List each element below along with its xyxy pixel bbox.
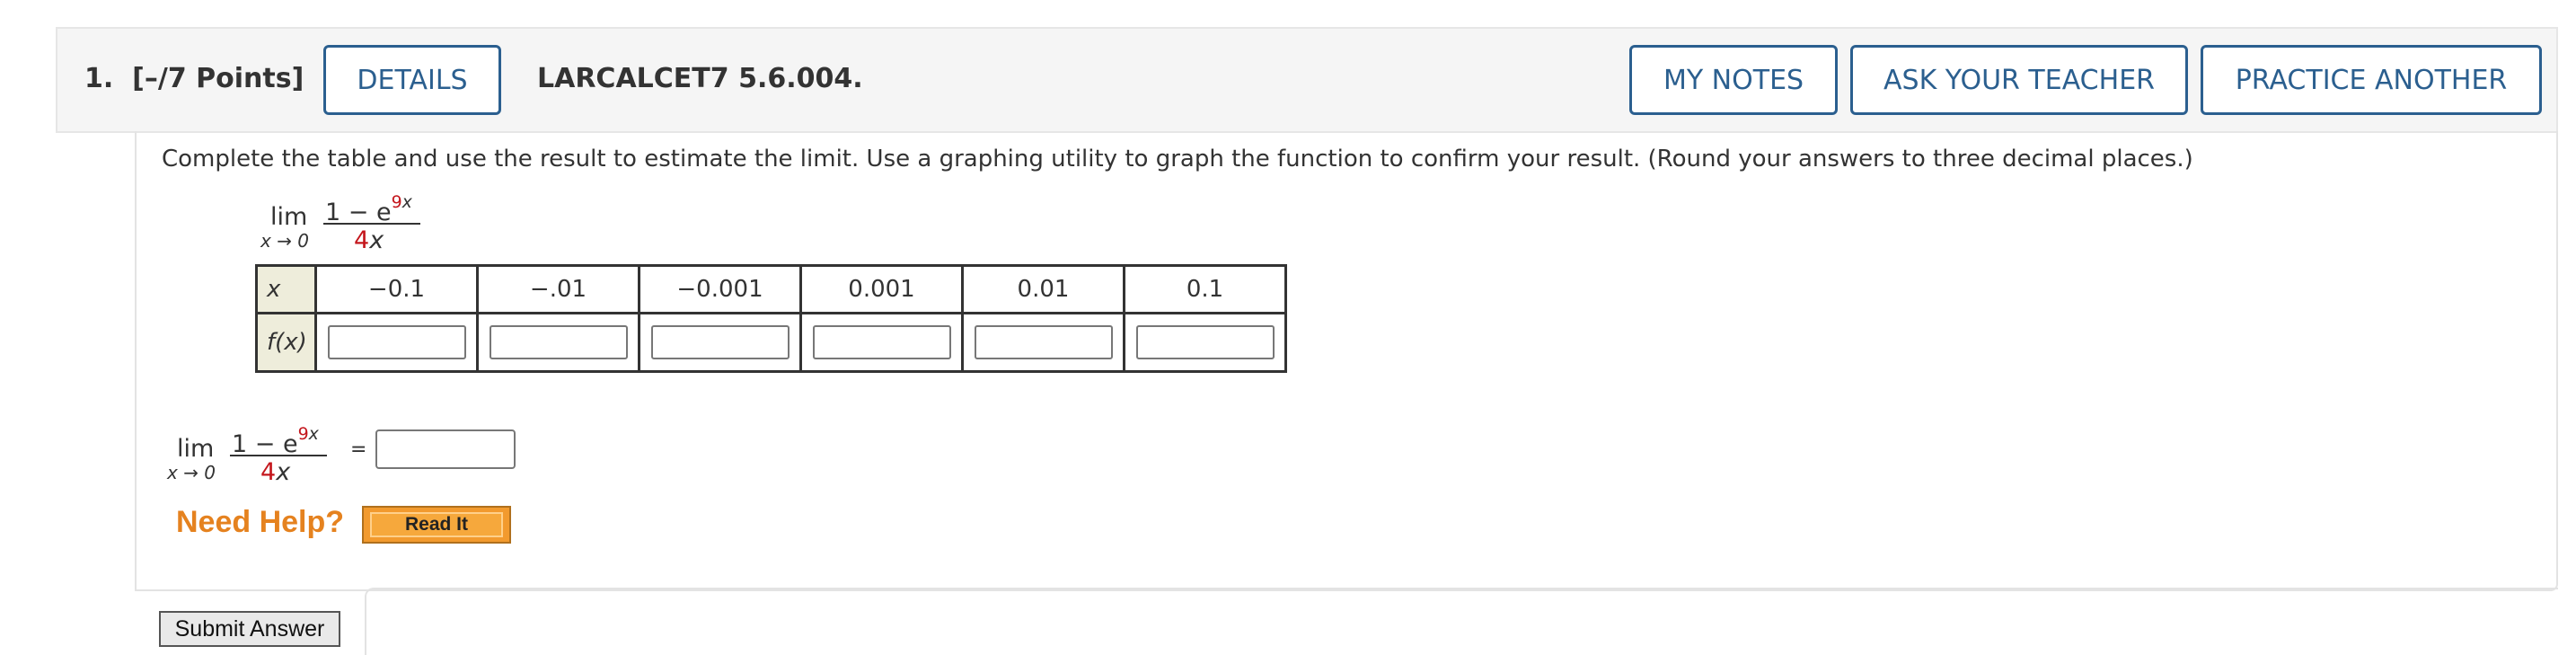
details-button[interactable]: DETAILS [323, 45, 501, 115]
fx-answer-input[interactable] [812, 325, 951, 359]
fx-answer-input[interactable] [974, 325, 1113, 359]
lim-label: lim [270, 203, 308, 231]
read-it-button[interactable]: Read It [362, 506, 511, 544]
equals-sign: = [350, 438, 367, 461]
problem-reference: LARCALCET7 5.6.004. [537, 63, 863, 94]
limit-answer-input[interactable] [375, 429, 516, 469]
x-value: 0.1 [1123, 264, 1287, 314]
x-value: 0.001 [799, 264, 964, 314]
ask-your-teacher-button[interactable]: ASK YOUR TEACHER [1850, 45, 2188, 115]
limit-denominator: 4x [354, 226, 384, 254]
x-value: −0.001 [638, 264, 802, 314]
points-label: [–/7 Points] [132, 63, 304, 94]
footer-divider [365, 588, 2558, 655]
fx-row: f(x) [255, 312, 1287, 373]
limit-denominator: 4x [260, 458, 291, 486]
lim-approach: x → 0 [167, 462, 216, 483]
x-header: x [255, 264, 317, 314]
fx-answer-input[interactable] [489, 325, 628, 359]
practice-another-button[interactable]: PRACTICE ANOTHER [2201, 45, 2542, 115]
my-notes-button[interactable]: MY NOTES [1629, 45, 1838, 115]
fx-answer-input[interactable] [1135, 325, 1275, 359]
lim-label: lim [177, 435, 215, 463]
x-row: x −0.1 −.01 −0.001 0.001 0.01 0.1 [255, 264, 1287, 314]
question-header: 1. [–/7 Points] DETAILS LARCALCET7 5.6.0… [56, 27, 2558, 133]
lim-approach: x → 0 [260, 230, 310, 252]
question-number: 1. [–/7 Points] [84, 63, 304, 94]
x-value: −0.1 [314, 264, 479, 314]
limit-numerator: 1 − e9x [325, 192, 412, 226]
fx-header: f(x) [255, 312, 317, 373]
need-help-label: Need Help? [176, 505, 345, 539]
x-value: −.01 [476, 264, 640, 314]
fx-answer-input[interactable] [650, 325, 790, 359]
values-table: x −0.1 −.01 −0.001 0.001 0.01 0.1 f(x) [255, 264, 1287, 373]
question-prompt: Complete the table and use the result to… [162, 146, 2193, 173]
limit-numerator: 1 − e9x [232, 424, 319, 458]
submit-answer-button[interactable]: Submit Answer [159, 611, 340, 647]
x-value: 0.01 [961, 264, 1125, 314]
fx-answer-input[interactable] [327, 325, 466, 359]
